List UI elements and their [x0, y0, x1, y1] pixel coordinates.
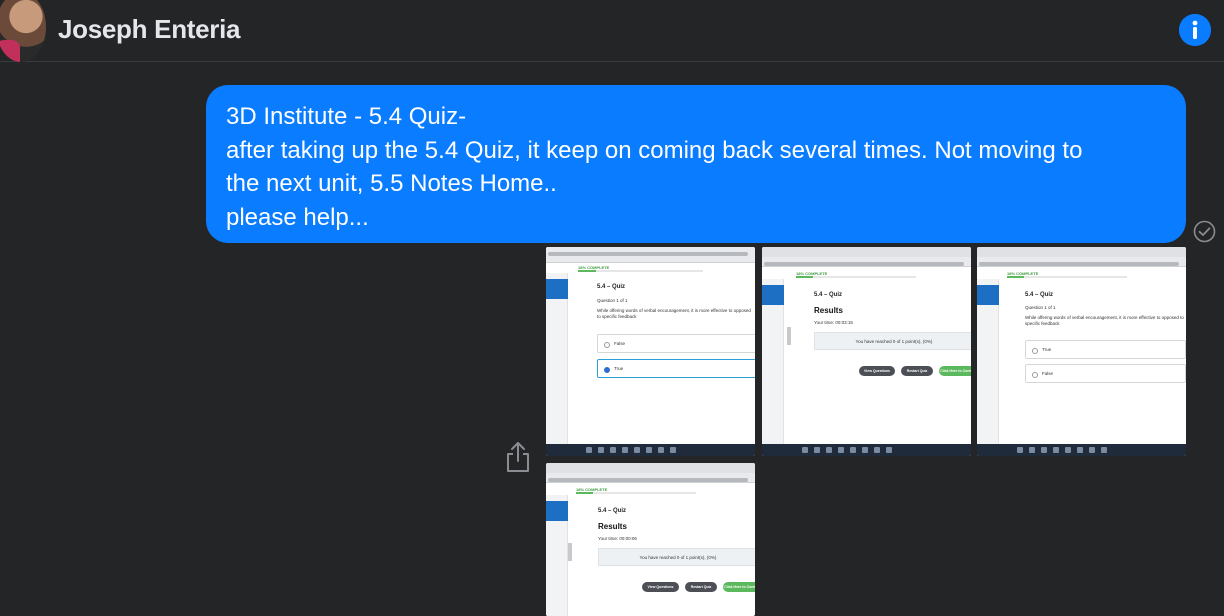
info-button[interactable] [1179, 14, 1211, 46]
quiz-title: 5.4 – Quiz [597, 284, 626, 290]
course-sidebar [977, 279, 999, 444]
seen-check-icon [1193, 220, 1216, 243]
course-sidebar [546, 273, 568, 448]
scrollbar[interactable] [568, 543, 572, 561]
question-counter: Question 1 of 1 [1025, 305, 1056, 310]
browser-url-bar [762, 257, 971, 267]
progress-bar [578, 270, 703, 272]
continue-button[interactable]: Click Here to Continue [723, 582, 755, 592]
score-box: You have reached 0 of 1 point(s), (0%) [598, 548, 755, 566]
answer-option-false[interactable]: False [597, 334, 755, 353]
message-line: 3D Institute - 5.4 Quiz- [226, 103, 467, 130]
message-line: please help... [226, 203, 369, 231]
browser-tab-bar [762, 247, 971, 257]
browser-tab-bar [977, 247, 1186, 257]
browser-url-bar [546, 473, 755, 483]
browser-url-bar [546, 247, 755, 263]
course-sidebar [546, 495, 568, 616]
answer-option-true[interactable]: True [1025, 340, 1186, 359]
attachment-image-results-again[interactable]: 18% COMPLETE 5.4 – Quiz Results Your tim… [546, 463, 755, 616]
restart-quiz-button[interactable]: Restart Quiz [901, 366, 933, 376]
view-questions-button[interactable]: View Questions [642, 582, 679, 592]
info-icon [1179, 14, 1211, 46]
view-questions-button[interactable]: View Questions [859, 366, 895, 376]
attachment-image-results[interactable]: 18% COMPLETE 5.4 – Quiz Results Your tim… [762, 247, 971, 456]
avatar[interactable] [0, 0, 46, 62]
progress-bar [576, 492, 696, 494]
answer-option-false[interactable]: False [1025, 364, 1186, 383]
progress-bar [796, 276, 916, 278]
question-text: While offering words of verbal encourage… [1025, 315, 1184, 326]
elapsed-time: Your time: 00:00:06 [598, 536, 637, 541]
windows-taskbar [977, 444, 1186, 456]
results-heading: Results [814, 306, 843, 315]
windows-taskbar [762, 444, 971, 456]
browser-tab-bar [546, 463, 755, 473]
chat-header: Joseph Enteria [0, 0, 1224, 62]
share-icon[interactable] [504, 440, 532, 474]
progress-bar [1007, 276, 1127, 278]
question-counter: Question 1 of 1 [597, 298, 628, 303]
results-heading: Results [598, 522, 627, 531]
browser-url-bar [977, 257, 1186, 267]
question-text: While offering words of verbal encourage… [597, 308, 751, 319]
continue-button[interactable]: Click Here to Continue [939, 366, 971, 376]
attachment-image-quiz[interactable]: 18% COMPLETE 5.4 – Quiz Question 1 of 1 … [546, 247, 755, 456]
quiz-title: 5.4 – Quiz [598, 508, 627, 514]
answer-option-true[interactable]: True [597, 359, 755, 378]
score-box: You have reached 0 of 1 point(s), (0%) [814, 332, 971, 350]
quiz-title: 5.4 – Quiz [814, 292, 843, 298]
scrollbar[interactable] [787, 327, 791, 345]
message-line: after taking up the 5.4 Quiz, it keep on… [226, 136, 1083, 164]
restart-quiz-button[interactable]: Restart Quiz [685, 582, 717, 592]
elapsed-time: Your time: 00:03:15 [814, 320, 853, 325]
contact-name[interactable]: Joseph Enteria [58, 14, 241, 45]
message-line: the next unit, 5.5 Notes Home.. [226, 170, 557, 197]
message-bubble[interactable]: 3D Institute - 5.4 Quiz- after taking up… [206, 85, 1186, 243]
attachment-image-quiz-retake[interactable]: 18% COMPLETE 5.4 – Quiz Question 1 of 1 … [977, 247, 1186, 456]
windows-taskbar [546, 444, 755, 456]
course-sidebar [762, 279, 784, 444]
quiz-title: 5.4 – Quiz [1025, 292, 1054, 298]
